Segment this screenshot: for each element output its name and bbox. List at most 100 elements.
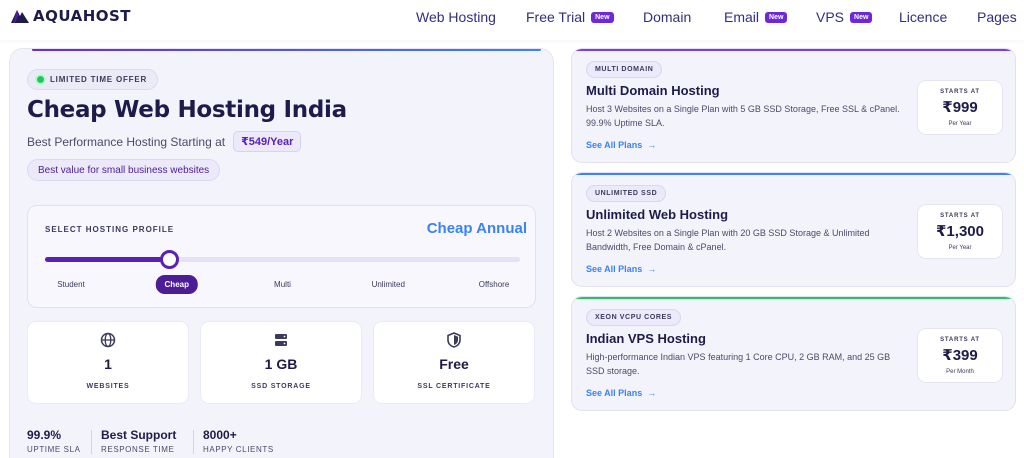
- metric-value: 99.9%: [27, 428, 62, 442]
- subtitle-text: Best Performance Hosting Starting at: [27, 134, 226, 149]
- arrow-right-icon: →: [647, 388, 657, 398]
- link-text: See All Plans: [586, 388, 643, 398]
- link-text: See All Plans: [586, 264, 643, 274]
- plan-tag: UNLIMITED SSD: [586, 185, 667, 202]
- billing-period: Per Year: [948, 245, 972, 251]
- see-all-plans-link[interactable]: See All Plans →: [586, 264, 656, 274]
- metric-clients: 8000+ HAPPY CLIENTS: [203, 428, 274, 454]
- hosting-profile-selector: SELECT HOSTING PROFILE Cheap Annual Stud…: [27, 205, 536, 308]
- value-chip: Best value for small business websites: [27, 159, 221, 181]
- stat-card-storage: 1 GB SSD STORAGE: [200, 321, 362, 404]
- profile-slider-track[interactable]: [45, 250, 520, 269]
- billing-period: Per Month: [946, 369, 974, 375]
- stat-label: SSD STORAGE: [251, 383, 311, 390]
- price-box: STARTS AT ₹999 Per Year: [917, 80, 1003, 135]
- hero-panel: LIMITED TIME OFFER Cheap Web Hosting Ind…: [9, 48, 554, 458]
- card-accent-border: [572, 173, 1015, 175]
- brand-name: AQUAHOST: [33, 7, 132, 25]
- stat-value: 1: [104, 356, 112, 372]
- brand-logo[interactable]: AQUAHOST: [10, 7, 131, 25]
- stat-value: 1 GB: [264, 356, 298, 372]
- status-dot-icon: [37, 76, 44, 83]
- metric-divider: [193, 430, 194, 454]
- plan-tag: MULTI DOMAIN: [586, 61, 663, 78]
- metric-divider: [91, 430, 92, 454]
- offer-badge-text: LIMITED TIME OFFER: [50, 75, 148, 84]
- nav-label: Pages: [977, 9, 1017, 25]
- hero-subtitle: Best Performance Hosting Starting at ₹54…: [27, 131, 302, 152]
- nav-free-trial[interactable]: Free Trial New: [526, 9, 614, 25]
- nav-label: VPS: [816, 9, 845, 25]
- nav-label: Email: [724, 9, 760, 25]
- starts-at-label: STARTS AT: [940, 213, 980, 219]
- card-accent-border: [572, 49, 1015, 51]
- plan-price: ₹399: [942, 347, 978, 364]
- plan-price: ₹1,300: [936, 223, 984, 240]
- nav-label: Licence: [899, 9, 948, 25]
- nav-label: Free Trial: [526, 9, 586, 25]
- nav-web-hosting[interactable]: Web Hosting: [416, 9, 496, 25]
- profile-option-cheap[interactable]: Cheap: [155, 275, 198, 294]
- plan-card-unlimited: UNLIMITED SSD Unlimited Web Hosting Host…: [571, 172, 1016, 287]
- server-icon: [275, 334, 287, 346]
- nav-domain[interactable]: Domain: [643, 9, 691, 25]
- arrow-right-icon: →: [647, 264, 657, 274]
- globe-icon: [100, 332, 116, 348]
- metric-value: Best Support: [101, 428, 177, 442]
- nav-vps[interactable]: VPS New: [816, 9, 873, 25]
- nav-licence[interactable]: Licence: [899, 9, 947, 25]
- plan-description: High-performance Indian VPS featuring 1 …: [586, 352, 891, 376]
- plan-card-multi-domain: MULTI DOMAIN Multi Domain Hosting Host 3…: [571, 48, 1016, 163]
- profile-option-multi[interactable]: Multi: [274, 280, 291, 289]
- plan-price: ₹999: [942, 99, 978, 116]
- stat-label: WEBSITES: [86, 383, 130, 390]
- nav-pages[interactable]: Pages: [977, 9, 1017, 25]
- starts-at-label: STARTS AT: [940, 89, 980, 95]
- profile-option-student[interactable]: Student: [57, 280, 85, 289]
- stat-value: Free: [439, 356, 469, 372]
- see-all-plans-link[interactable]: See All Plans →: [586, 388, 656, 398]
- card-accent-border: [572, 297, 1015, 299]
- plan-title: Unlimited Web Hosting: [586, 207, 729, 222]
- metric-label: UPTIME SLA: [27, 445, 81, 454]
- plan-description: Host 2 Websites on a Single Plan with 20…: [586, 228, 870, 252]
- nav-label: Domain: [643, 9, 692, 25]
- starting-price-chip: ₹549/Year: [233, 131, 302, 152]
- new-badge: New: [850, 11, 873, 23]
- slider-handle[interactable]: [159, 250, 179, 269]
- starts-at-label: STARTS AT: [940, 337, 980, 343]
- price-box: STARTS AT ₹399 Per Month: [917, 328, 1003, 383]
- plan-title: Indian VPS Hosting: [586, 331, 706, 346]
- metric-uptime: 99.9% UPTIME SLA: [27, 428, 81, 454]
- page-title: Cheap Web Hosting India: [27, 97, 347, 123]
- metric-value: 8000+: [203, 428, 237, 442]
- top-navbar: AQUAHOST Web Hosting Free Trial New Domai…: [0, 0, 1024, 40]
- plan-title: Multi Domain Hosting: [586, 83, 720, 98]
- profile-option-unlimited[interactable]: Unlimited: [372, 280, 405, 289]
- stat-label: SSL CERTIFICATE: [417, 383, 491, 390]
- accent-bar: [32, 49, 541, 51]
- plan-card-vps: XEON VCPU CORES Indian VPS Hosting High-…: [571, 296, 1016, 411]
- logo-icon: [11, 10, 29, 23]
- see-all-plans-link[interactable]: See All Plans →: [586, 140, 656, 150]
- nav-email[interactable]: Email New: [724, 9, 788, 25]
- metric-label: HAPPY CLIENTS: [203, 445, 274, 454]
- new-badge: New: [591, 11, 614, 23]
- stat-card-ssl: Free SSL CERTIFICATE: [373, 321, 535, 404]
- metric-label: RESPONSE TIME: [101, 445, 175, 454]
- price-box: STARTS AT ₹1,300 Per Year: [917, 204, 1003, 259]
- link-text: See All Plans: [586, 140, 643, 150]
- selector-label: SELECT HOSTING PROFILE: [45, 225, 175, 234]
- plan-tag: XEON VCPU CORES: [586, 309, 682, 326]
- billing-period: Per Year: [948, 121, 972, 127]
- new-badge: New: [765, 11, 788, 23]
- metric-support: Best Support RESPONSE TIME: [101, 428, 176, 454]
- stat-card-websites: 1 WEBSITES: [27, 321, 189, 404]
- profile-option-offshore[interactable]: Offshore: [479, 280, 510, 289]
- shield-icon: [447, 332, 461, 348]
- plan-description: Host 3 Websites on a Single Plan with 5 …: [586, 104, 900, 128]
- limited-offer-badge: LIMITED TIME OFFER: [27, 69, 159, 90]
- selected-profile-value: Cheap Annual: [426, 220, 527, 237]
- arrow-right-icon: →: [647, 140, 657, 150]
- slider-fill: [45, 257, 169, 262]
